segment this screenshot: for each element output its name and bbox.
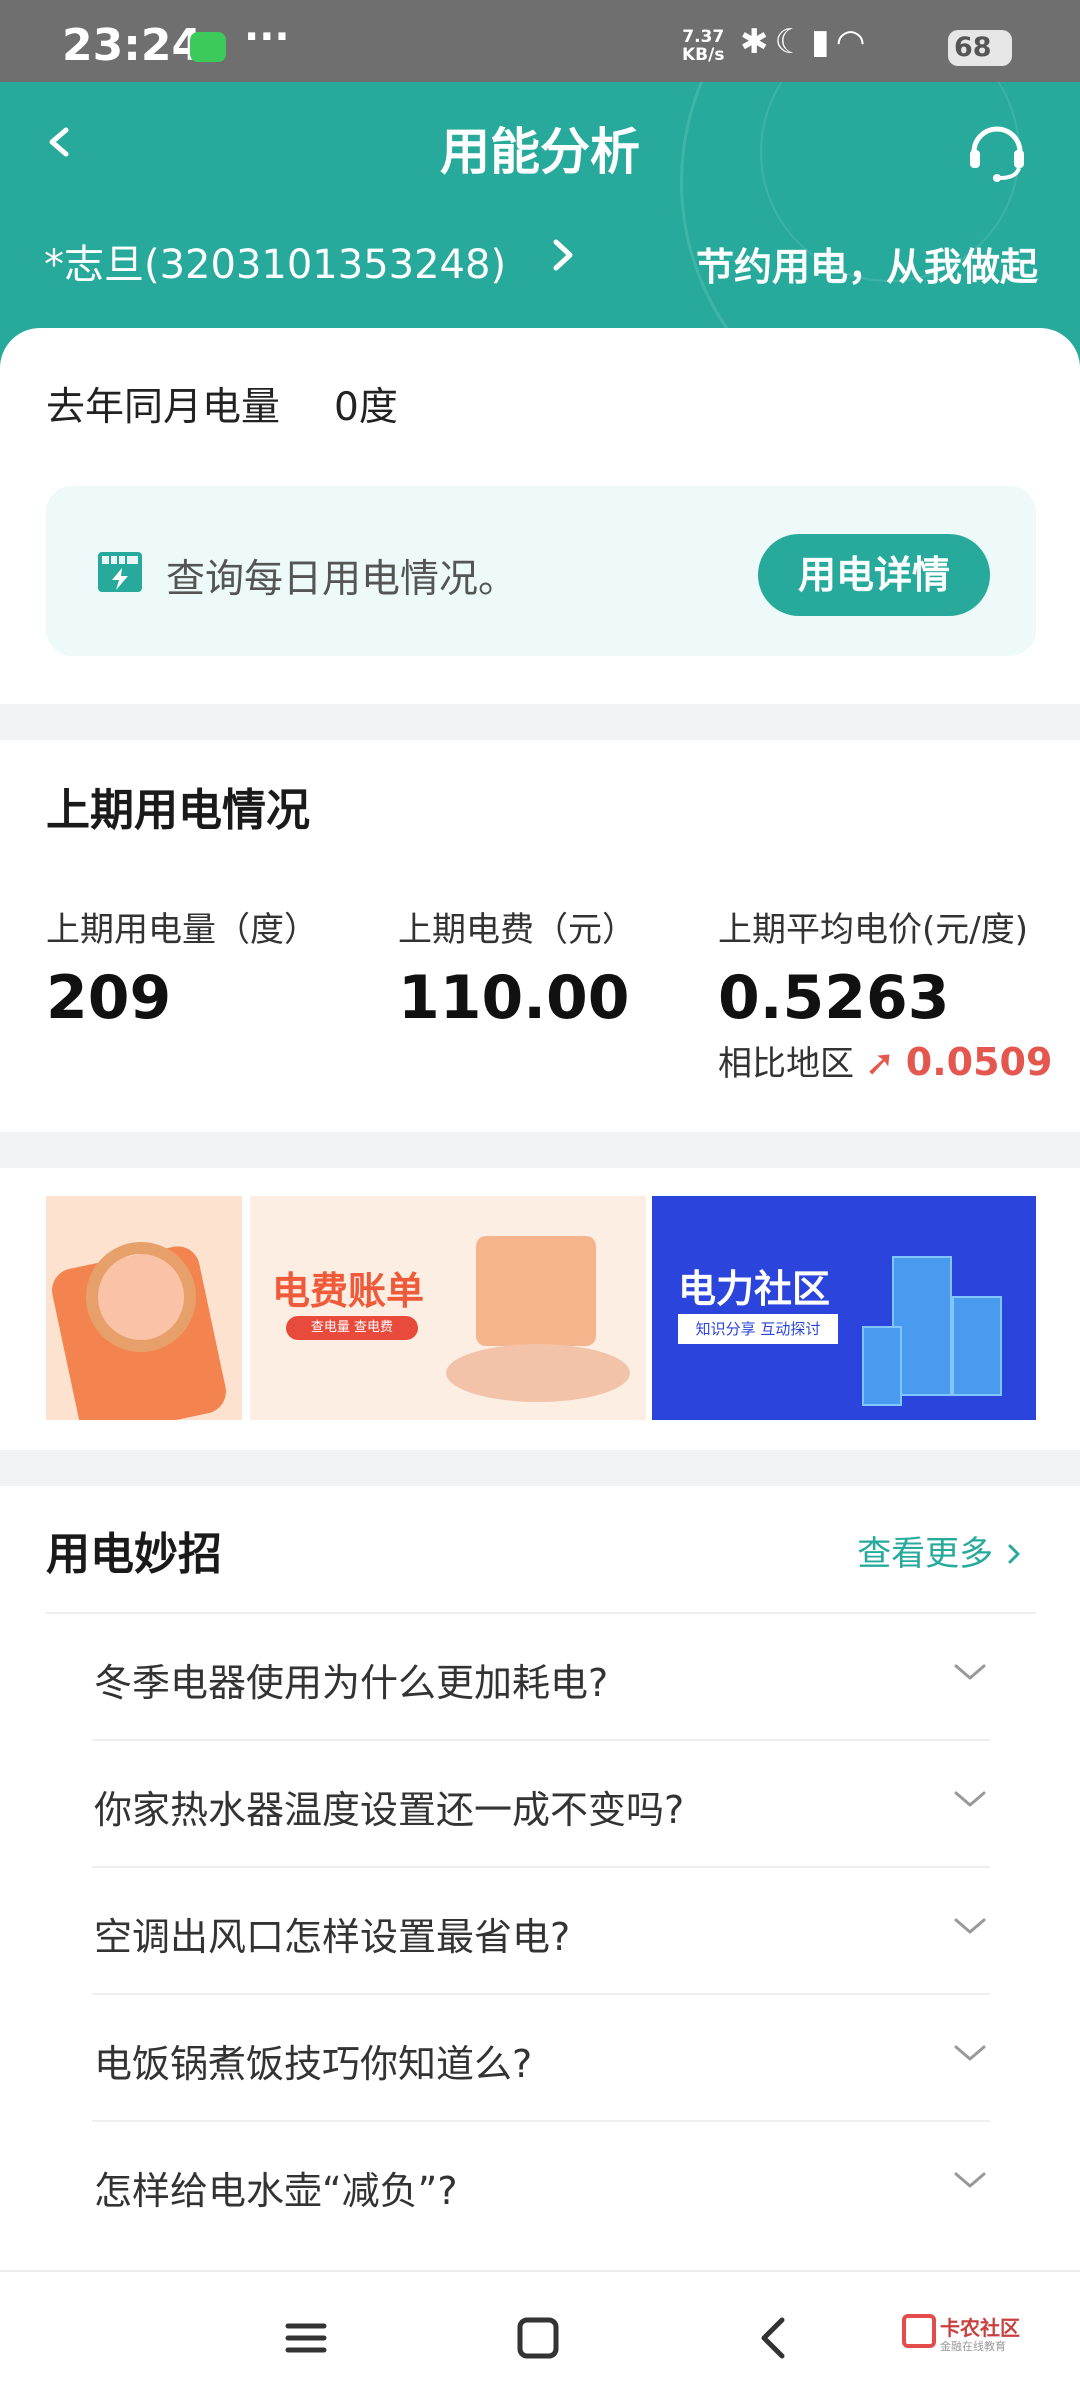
region-comparison: 相比地区 ➚ 0.0509: [718, 1036, 1052, 1085]
usage-stat: 上期用电量（度） 209: [46, 902, 318, 1033]
tip-text: 空调出风口怎样设置最省电?: [94, 1915, 571, 1959]
system-back-button[interactable]: [744, 2308, 804, 2368]
view-more-link[interactable]: 查看更多: [857, 1526, 1024, 1575]
section-title: 上期用电情况: [46, 785, 310, 836]
price-value: 0.5263: [718, 963, 950, 1033]
chevron-down-icon: [954, 2172, 986, 2188]
fee-label: 上期电费（元）: [398, 910, 636, 950]
last-year-label: 去年同月电量: [46, 385, 281, 430]
price-stat: 上期平均电价(元/度) 0.5263: [718, 902, 1028, 1033]
tips-title: 用电妙招: [46, 1529, 222, 1580]
banner-1[interactable]: [46, 1196, 242, 1420]
tip-text: 冬季电器使用为什么更加耗电?: [94, 1661, 609, 1705]
menu-icon: [285, 2323, 327, 2353]
page-title: 用能分析: [440, 123, 640, 181]
signal-icon: ▮: [810, 22, 836, 62]
building-illustration: [952, 1296, 1002, 1396]
account-switch-button[interactable]: [548, 230, 578, 292]
community-banner-title: 电力社区: [678, 1267, 831, 1311]
chevron-right-icon: [1008, 1544, 1020, 1564]
bill-banner-subtitle: 查电量 查电费: [286, 1316, 418, 1340]
tip-item[interactable]: 你家热水器温度设置还一成不变吗?: [92, 1741, 990, 1868]
tip-item[interactable]: 空调出风口怎样设置最省电?: [92, 1868, 990, 1995]
fee-value: 110.00: [398, 963, 630, 1033]
network-speed: 7.37 KB/s: [682, 27, 725, 65]
chevron-down-icon: [954, 1918, 986, 1934]
banner-carousel[interactable]: 电费账单 查电量 查电费 电力社区 知识分享 互动探讨: [0, 1168, 1080, 1450]
tip-item[interactable]: 电饭锅煮饭技巧你知道么?: [92, 1995, 990, 2122]
usage-summary-card: 去年同月电量 0度 查询每日用电情况。 用电详情: [0, 328, 1080, 704]
bill-banner[interactable]: 电费账单 查电量 查电费: [250, 1196, 646, 1420]
tips-card: 用电妙招 查看更多 冬季电器使用为什么更加耗电? 你家热水器温度设置还一成不变吗…: [0, 1486, 1080, 2270]
square-icon: [517, 2317, 559, 2359]
community-banner-subtitle: 知识分享 互动探讨: [678, 1314, 838, 1344]
battery-level: 68: [954, 32, 992, 63]
arrow-up-icon: ➚: [864, 1043, 895, 1084]
slogan: 节约用电，从我做起: [695, 245, 1038, 289]
status-bar: 23:24 ··· 7.37 KB/s ✱☾▮◠ 68: [0, 0, 1080, 82]
fee-stat: 上期电费（元） 110.00: [398, 902, 636, 1033]
price-label: 上期平均电价(元/度): [718, 910, 1028, 950]
magnifier-illustration: [86, 1242, 196, 1352]
message-notification-icon: [190, 32, 226, 62]
compare-value: 0.0509: [905, 1040, 1053, 1084]
last-period-card: 上期用电情况 上期用电量（度） 209 上期电费（元） 110.00 上期平均电…: [0, 740, 1080, 1132]
wifi-icon: ◠: [835, 22, 872, 62]
daily-query-banner[interactable]: 查询每日用电情况。 用电详情: [46, 486, 1036, 656]
last-year-value: 0度: [334, 385, 398, 430]
bluetooth-icon: ✱: [740, 22, 775, 62]
bill-banner-title: 电费账单: [272, 1269, 425, 1313]
recent-apps-button[interactable]: [276, 2308, 336, 2368]
chevron-down-icon: [954, 1791, 986, 1807]
chart-illustration: [476, 1236, 596, 1346]
usage-detail-button[interactable]: 用电详情: [758, 534, 990, 616]
chevron-right-icon: [553, 239, 573, 271]
usage-value: 209: [46, 963, 172, 1033]
electricity-meter-icon: [98, 552, 142, 592]
tip-text: 你家热水器温度设置还一成不变吗?: [94, 1788, 685, 1832]
chevron-down-icon: [954, 1664, 986, 1680]
building-illustration: [862, 1326, 902, 1406]
system-navigation-bar: 卡农社区 金融在线教育: [0, 2270, 1080, 2400]
view-more-label: 查看更多: [857, 1534, 994, 1574]
watermark-logo-icon: [902, 2314, 936, 2348]
watermark-subtitle: 金融在线教育: [940, 2340, 1006, 2353]
home-button[interactable]: [508, 2308, 568, 2368]
status-icons: ✱☾▮◠: [740, 22, 871, 62]
community-banner[interactable]: 电力社区 知识分享 互动探讨: [652, 1196, 1036, 1420]
tip-item[interactable]: 冬季电器使用为什么更加耗电?: [92, 1614, 990, 1741]
tip-text: 怎样给电水壶“减负”?: [94, 2169, 458, 2213]
watermark-name: 卡农社区: [940, 2316, 1020, 2340]
chevron-left-icon: [761, 2317, 785, 2359]
customer-service-button[interactable]: [964, 116, 1030, 182]
chevron-down-icon: [954, 2045, 986, 2061]
usage-label: 上期用电量（度）: [46, 910, 318, 950]
podium-illustration: [446, 1344, 630, 1402]
headset-icon: [970, 126, 1024, 182]
battery-icon: 68: [948, 30, 1012, 66]
moon-icon: ☾: [774, 22, 811, 62]
status-time: 23:24: [62, 20, 203, 71]
status-more-dots: ···: [244, 14, 290, 60]
tip-text: 电饭锅煮饭技巧你知道么?: [94, 2042, 533, 2086]
tip-item[interactable]: 怎样给电水壶“减负”?: [92, 2122, 990, 2249]
query-text: 查询每日用电情况。: [166, 557, 518, 602]
account-number[interactable]: *志旦(3203101353248): [44, 232, 506, 290]
compare-label: 相比地区: [718, 1044, 854, 1084]
